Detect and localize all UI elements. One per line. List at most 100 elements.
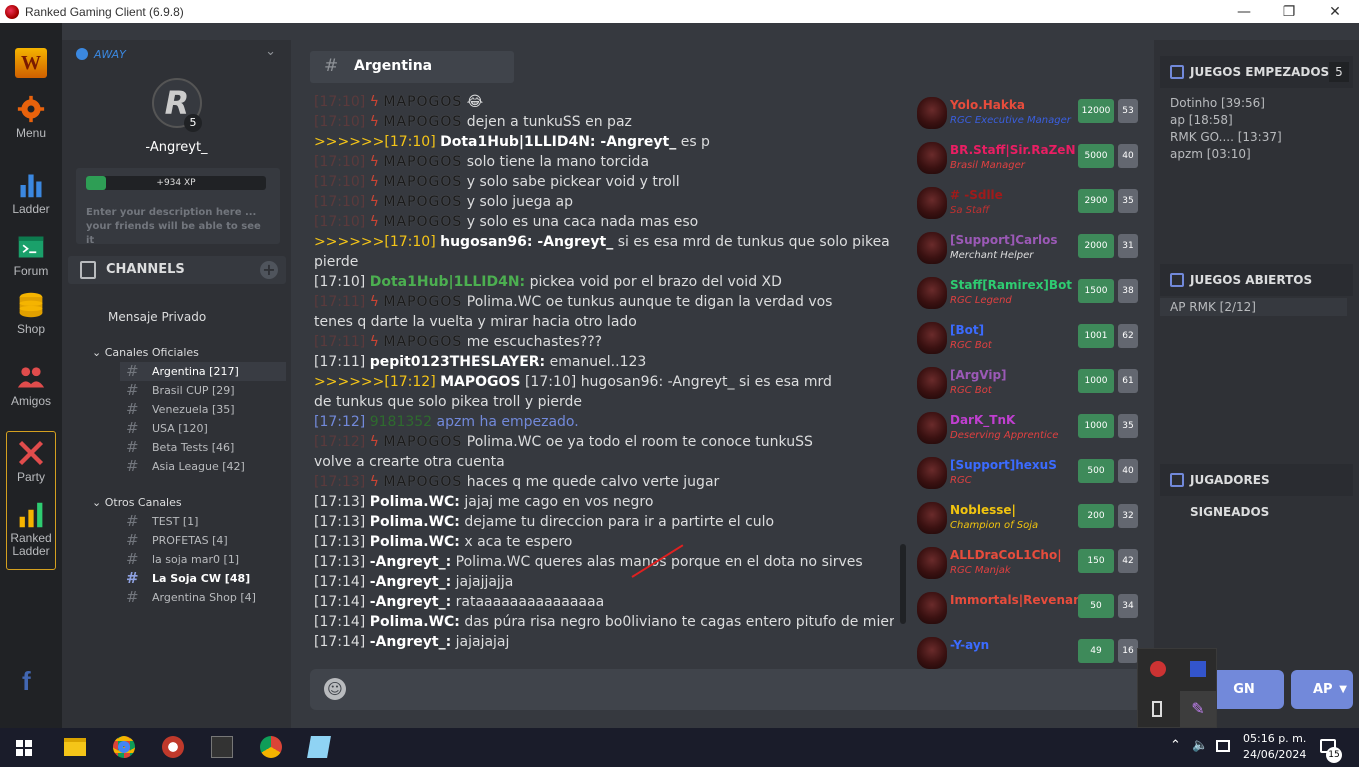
close-button[interactable]: ✕ — [1312, 0, 1358, 23]
channel-item[interactable]: # La Soja CW [48] — [62, 569, 291, 588]
user-row[interactable]: Immortals|Revenant 50 34 — [915, 586, 1145, 629]
user-row[interactable]: Noblesse| Champion of Soja 200 32 — [915, 496, 1145, 539]
user-row[interactable]: [Bot] RGC Bot 1001 62 — [915, 316, 1145, 359]
feather-tray-icon[interactable]: ✎ — [1180, 691, 1216, 727]
file-explorer-icon[interactable] — [64, 738, 86, 756]
user-row[interactable]: DarK_TnK Deserving Apprentice 1000 35 — [915, 406, 1145, 449]
user-row[interactable]: Yolo.Hakka RGC Executive Manager 12000 53 — [915, 91, 1145, 134]
app-tray-icon[interactable] — [1190, 661, 1206, 677]
minimize-button[interactable]: — — [1221, 0, 1267, 23]
chrome-icon[interactable] — [113, 736, 135, 758]
channel-item[interactable]: # Venezuela [35] — [62, 400, 291, 419]
message-time: [17:12] — [314, 414, 366, 430]
network-icon[interactable] — [1216, 740, 1230, 752]
message-author: Polima.WC: — [369, 614, 460, 630]
maximize-button[interactable]: ❐ — [1266, 0, 1312, 23]
user-points: 12000 — [1078, 99, 1114, 123]
chat-message: de tunkus que solo pikea troll y pierde — [314, 392, 894, 412]
status-selector[interactable]: AWAY ⌄ — [68, 44, 286, 64]
channel-item[interactable]: # Asia League [42] — [62, 457, 291, 476]
nav-party-label: Party — [16, 470, 45, 484]
channel-item[interactable]: # TEST [1] — [62, 512, 291, 531]
chat-message: [17:10] ϟ MAPOGOS y solo juega ap — [314, 194, 574, 210]
user-row[interactable]: [Support]hexuS RGC 500 40 — [915, 451, 1145, 494]
user-row[interactable]: [ArgVip] RGC Bot 1000 61 — [915, 361, 1145, 404]
nav-ladder-label: Ladder — [12, 202, 50, 216]
message-text: solo tiene la mano torcida — [466, 154, 650, 170]
message-time: [17:14] — [314, 594, 366, 610]
message-time: [17:10] — [314, 154, 366, 170]
facebook-icon[interactable]: f — [22, 666, 31, 697]
chrome-profile-icon[interactable] — [260, 736, 282, 758]
rgc-app-icon[interactable] — [162, 736, 184, 758]
user-role: Champion of Soja — [950, 520, 1039, 531]
message-time: [17:13] — [314, 494, 366, 510]
game-item[interactable]: AP RMK [2/12] — [1160, 298, 1347, 316]
message-time: >>>>>>[17:10] — [314, 234, 436, 250]
message-text: si es esa mrd de tunkus que solo pikea t… — [617, 234, 894, 250]
game-item[interactable]: ap [18:58] — [1154, 112, 1359, 129]
clock-time[interactable]: 05:16 p. m. — [1243, 732, 1306, 745]
user-points: 2900 — [1078, 189, 1114, 213]
user-level: 35 — [1118, 189, 1138, 213]
game-item[interactable]: RMK GO.... [13:37] — [1154, 129, 1359, 146]
channel-item[interactable]: # Argentina Shop [4] — [62, 588, 291, 607]
user-row[interactable]: # -Sdlle Sa Staff 2900 35 — [915, 181, 1145, 224]
add-channel-button[interactable]: + — [260, 261, 278, 279]
bar-chart-icon — [20, 174, 42, 198]
nav-ladder[interactable]: Ladder — [0, 171, 62, 216]
nav-menu-label: Menu — [15, 126, 47, 140]
ap-dropdown-button[interactable]: AP ▼ — [1291, 670, 1353, 709]
channel-item-argentina[interactable]: # Argentina [217] — [120, 362, 286, 381]
chat-message: [17:13] Polima.WC: x aca te espero — [314, 532, 894, 552]
user-role: RGC Bot — [950, 385, 992, 396]
user-name: Noblesse| — [950, 503, 1016, 517]
user-row[interactable]: -Y-ayn 49 16 — [915, 631, 1145, 674]
channel-item[interactable]: # la soja mar0 [1] — [62, 550, 291, 569]
warcraft-app-icon[interactable] — [211, 736, 233, 758]
channel-item[interactable]: # Brasil CUP [29] — [62, 381, 291, 400]
open-games-list: AP RMK [2/12] — [1160, 298, 1347, 316]
xp-progress: +934 XP — [86, 176, 266, 190]
group-otros[interactable]: ⌄ Otros Canales — [92, 496, 182, 509]
user-avatar — [917, 457, 947, 489]
nav-amigos[interactable]: Amigos — [0, 363, 62, 408]
user-row[interactable]: [Support]Carlos Merchant Helper 2000 31 — [915, 226, 1145, 269]
description-field[interactable]: Enter your description here ... your fri… — [86, 206, 272, 248]
channel-item[interactable]: # PROFETAS [4] — [62, 531, 291, 550]
nav-ranked-ladder[interactable]: Ranked Ladder — [0, 501, 62, 558]
chat-message: [17:12] ϟ MAPOGOS Polima.WC oe ya todo e… — [314, 434, 813, 450]
window-title: Ranked Gaming Client (6.9.8) — [25, 4, 184, 19]
volume-icon[interactable]: 🔈 — [1192, 738, 1208, 753]
user-row[interactable]: BR.Staff|Sir.RaZeN Brasil Manager 5000 40 — [915, 136, 1145, 179]
message-input[interactable]: ☺ — [310, 669, 1142, 710]
channel-item[interactable]: # Beta Tests [46] — [62, 438, 291, 457]
nav-forum[interactable]: Forum — [0, 233, 62, 278]
user-row[interactable]: Staff[Ramirex]Bot RGC Legend 1500 38 — [915, 271, 1145, 314]
chat-message: [17:10] ϟ MAPOGOS y solo sabe pickear vo… — [314, 174, 680, 190]
user-row[interactable]: ALLDraCoL1Cho| RGC Manjak 150 42 — [915, 541, 1145, 584]
windows-start-icon[interactable] — [16, 740, 32, 756]
rgc-tray-icon[interactable] — [1150, 661, 1166, 677]
channel-item[interactable]: # USA [120] — [62, 419, 291, 438]
xp-bar: +934 XP Enter your description here ... … — [76, 168, 280, 246]
emoji-icon[interactable]: ☺ — [324, 678, 346, 700]
nav-shop[interactable]: Shop — [0, 291, 62, 336]
nav-menu[interactable]: Menu — [0, 95, 62, 140]
clock-date[interactable]: 24/06/2024 — [1243, 748, 1306, 761]
user-role: RGC Bot — [950, 340, 992, 351]
message-author: MAPOGOS — [383, 194, 463, 210]
nav-shop-label: Shop — [16, 322, 46, 336]
private-message-item[interactable]: Mensaje Privado — [108, 310, 206, 324]
usb-tray-icon[interactable] — [1152, 701, 1162, 717]
user-avatar — [917, 232, 947, 264]
game-item[interactable]: Dotinho [39:56] — [1154, 95, 1359, 112]
nav-party[interactable]: Party — [0, 439, 62, 484]
warcraft-logo-icon[interactable]: W — [15, 48, 47, 78]
chevron-up-icon[interactable]: ⌃ — [1170, 738, 1181, 753]
group-oficiales[interactable]: ⌄ Canales Oficiales — [92, 346, 199, 359]
chat-scrollbar[interactable] — [900, 544, 906, 624]
notes-app-icon[interactable] — [307, 736, 331, 758]
channel-tab[interactable]: # Argentina — [310, 51, 514, 83]
game-item[interactable]: apzm [03:10] — [1154, 146, 1359, 163]
